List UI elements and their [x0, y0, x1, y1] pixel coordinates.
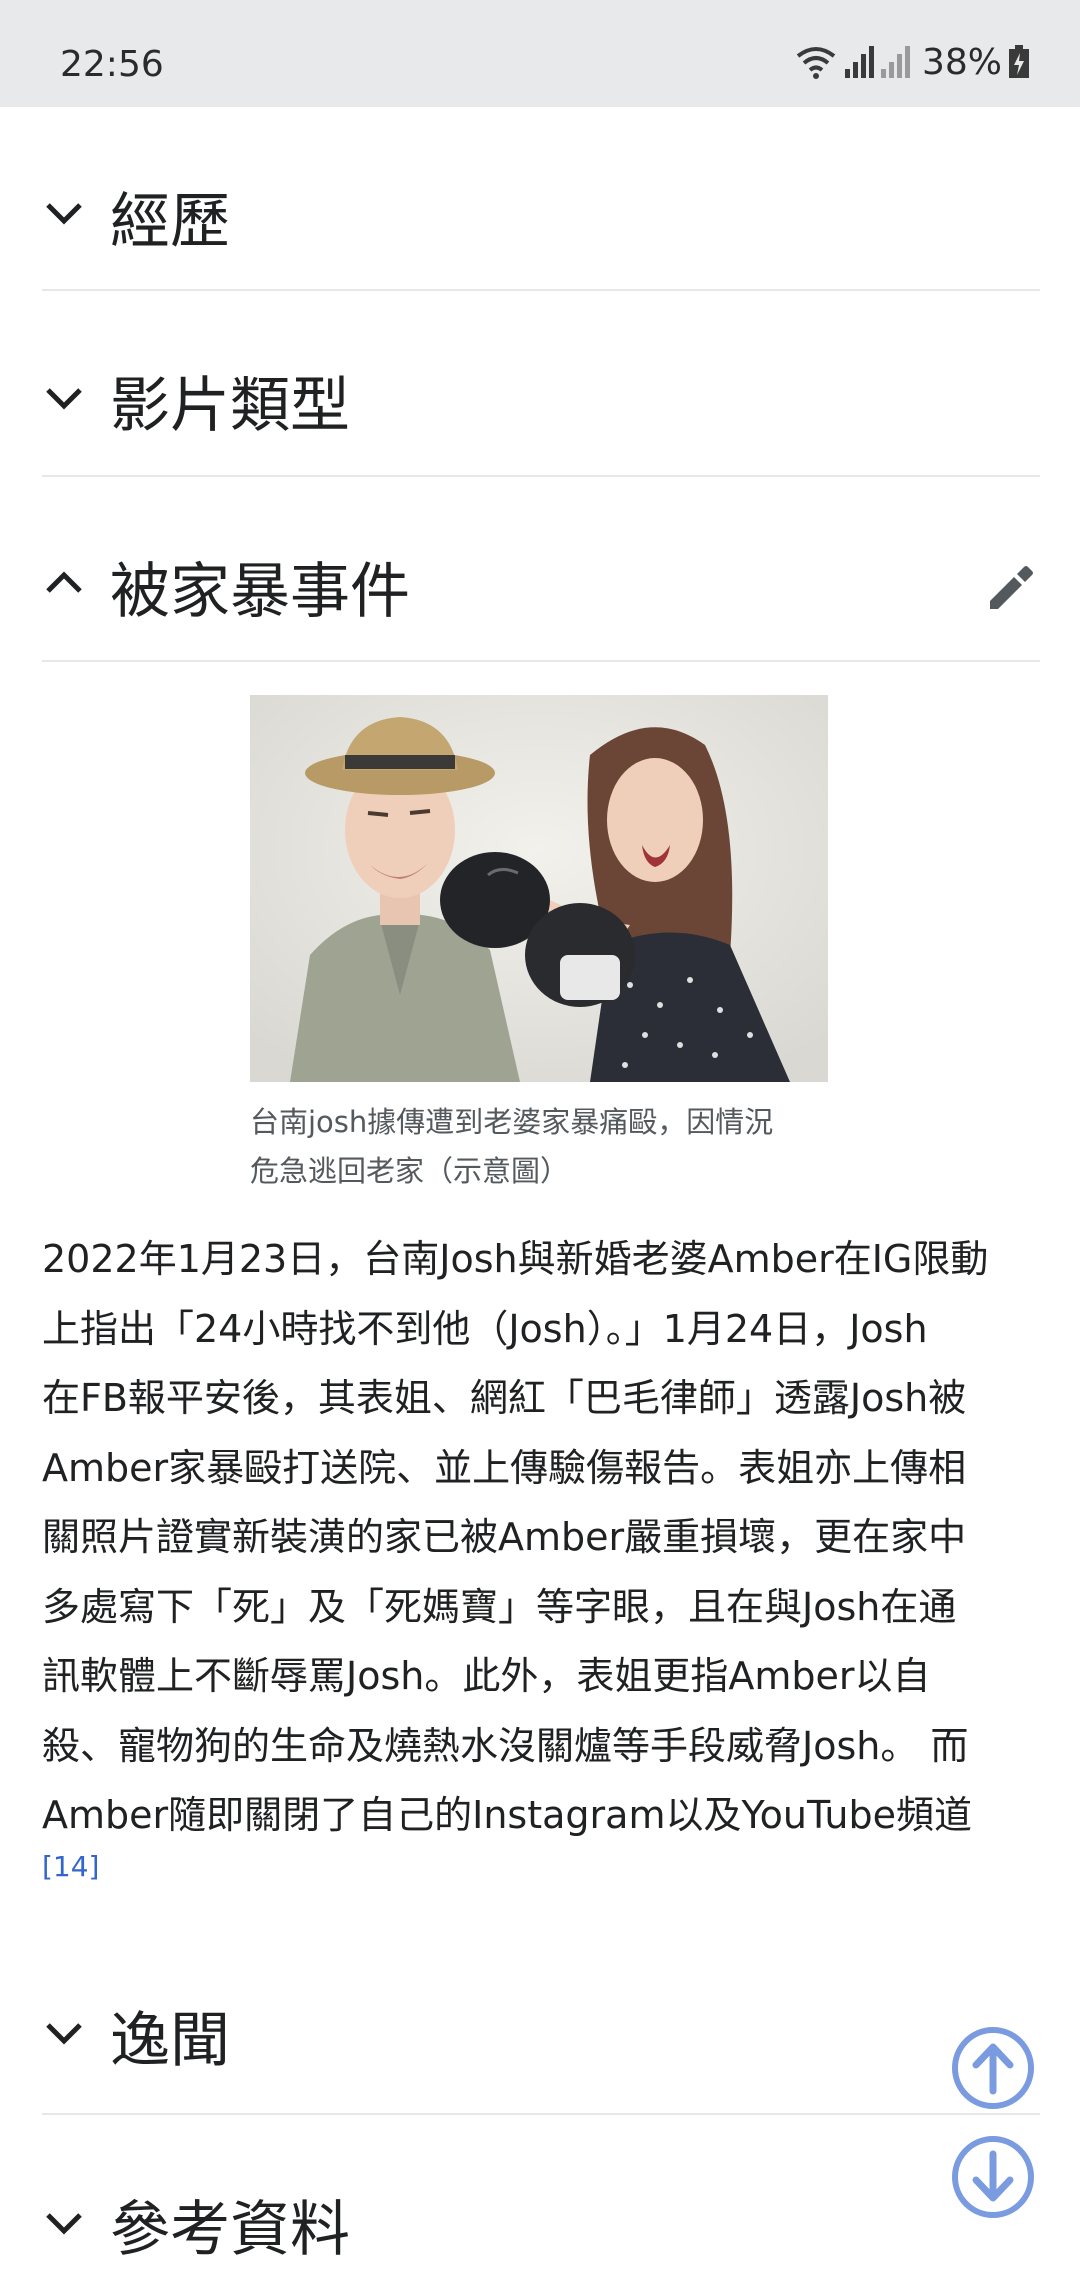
paragraph-line: Amber隨即關閉了自己的Instagram以及YouTube頻道	[42, 1793, 972, 1837]
chevron-down-icon	[46, 203, 82, 225]
paragraph-line: 上指出「24小時找不到他（Josh）。」1月24日，Josh	[42, 1306, 928, 1351]
section-title: 影片類型	[110, 371, 350, 441]
wifi-icon	[796, 47, 836, 79]
chevron-down-icon	[46, 388, 82, 410]
section-anecdotes-header[interactable]: 逸聞	[42, 1928, 1040, 2113]
section-title: 參考資料	[110, 2195, 350, 2265]
section-domestic-violence-header[interactable]: 被家暴事件	[42, 477, 1040, 660]
article-paragraph: 2022年1月23日，台南Josh與新婚老婆Amber在IG限動 上指出「24小…	[42, 1225, 1040, 1851]
battery-percent: 38%	[921, 41, 1002, 83]
arrow-down-circle-icon[interactable]	[950, 2134, 1036, 2220]
section-career-header[interactable]: 經歷	[42, 107, 1040, 289]
signal-weak-icon	[880, 46, 910, 78]
paragraph-line: 在FB報平安後，其表姐、網紅「巴毛律師」透露Josh被	[42, 1376, 967, 1420]
reference-link[interactable]: [14]	[42, 1850, 99, 1883]
paragraph-line: 關照片證實新裝潢的家已被Amber嚴重損壞，更在家中	[42, 1515, 967, 1559]
caption-line: 台南josh據傳遭到老婆家暴痛毆，因情況	[250, 1105, 774, 1139]
chevron-down-icon	[46, 2213, 82, 2235]
section-title: 經歷	[110, 187, 230, 257]
chevron-down-icon	[46, 2023, 82, 2045]
section-references: 參考資料	[42, 2115, 1040, 2280]
section-video-types-header[interactable]: 影片類型	[42, 291, 1040, 475]
section-domestic-violence: 被家暴事件	[42, 477, 1040, 662]
arrow-up-circle-icon[interactable]	[950, 2025, 1036, 2111]
status-bar: 22:56 38%	[0, 0, 1080, 107]
section-references-header[interactable]: 參考資料	[42, 2115, 1040, 2280]
article-image[interactable]	[250, 695, 828, 1082]
pencil-icon[interactable]	[984, 559, 1040, 615]
paragraph-line: 2022年1月23日，台南Josh與新婚老婆Amber在IG限動	[42, 1237, 989, 1281]
section-title: 被家暴事件	[110, 557, 410, 627]
battery-charging-icon	[1009, 45, 1029, 78]
section-title: 逸聞	[110, 2006, 230, 2076]
chevron-up-icon	[46, 571, 82, 593]
caption-line: 危急逃回老家（示意圖）	[250, 1154, 570, 1188]
paragraph-line: 殺、寵物狗的生命及燒熱水沒關爐等手段威脅Josh。 而	[42, 1723, 969, 1768]
boxing-illustration	[250, 695, 828, 1082]
section-career: 經歷	[42, 107, 1040, 291]
status-time: 22:56	[60, 44, 164, 85]
paragraph-line: 訊軟體上不斷辱罵Josh。此外，表姐更指Amber以自	[42, 1654, 931, 1698]
image-caption: 台南josh據傳遭到老婆家暴痛毆，因情況 危急逃回老家（示意圖）	[250, 1098, 850, 1196]
section-anecdotes: 逸聞	[42, 1928, 1040, 2115]
paragraph-line: 多處寫下「死」及「死媽寶」等字眼，且在與Josh在通	[42, 1584, 957, 1629]
paragraph-line: Amber家暴毆打送院、並上傳驗傷報告。表姐亦上傳相	[42, 1445, 967, 1490]
signal-strong-icon	[844, 46, 874, 78]
status-icons: 38%	[794, 40, 1030, 84]
section-video-types: 影片類型	[42, 291, 1040, 477]
